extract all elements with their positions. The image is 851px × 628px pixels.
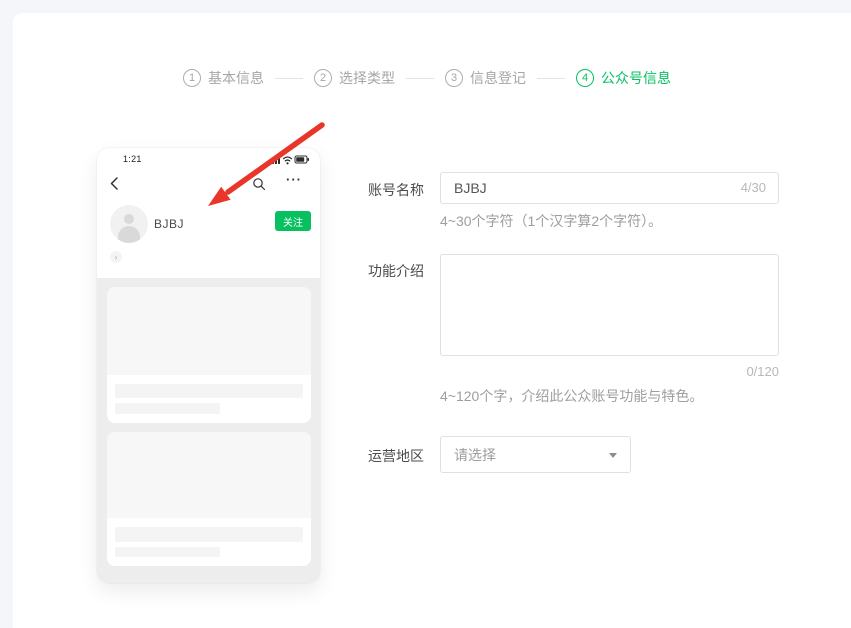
step-label: 基本信息 [208, 68, 264, 88]
intro-field-wrap [440, 254, 779, 356]
account-name-counter: 4/30 [741, 180, 766, 195]
registration-page: 1 基本信息 2 选择类型 3 信息登记 4 公众号信息 1:21 [0, 0, 851, 628]
intro-counter: 0/120 [440, 364, 779, 379]
preview-account-name: BJBJ [154, 217, 184, 231]
account-name-input[interactable] [440, 172, 779, 204]
step-choose-type: 2 选择类型 [314, 68, 395, 88]
media-placeholder [107, 287, 311, 375]
signal-icon [269, 156, 280, 165]
step-number-badge: 4 [576, 69, 594, 87]
step-label: 信息登记 [470, 68, 526, 88]
stepper-connector [537, 78, 565, 79]
article-card [107, 432, 311, 566]
status-icons [269, 154, 309, 165]
status-time: 1:21 [123, 154, 142, 164]
text-line-placeholder [115, 403, 220, 414]
step-number-badge: 1 [183, 69, 201, 87]
stepper-connector [406, 78, 434, 79]
avatar person-icon [110, 205, 148, 243]
step-label: 公众号信息 [601, 68, 671, 88]
follow-button[interactable]: 关注 [275, 211, 311, 231]
phone-preview: 1:21 ··· [97, 148, 320, 583]
stepper-connector [275, 78, 303, 79]
step-number-badge: 2 [314, 69, 332, 87]
text-line-placeholder [115, 547, 220, 557]
step-official-account-info: 4 公众号信息 [576, 68, 671, 88]
account-name-field-wrap: 4/30 [440, 172, 779, 204]
registration-stepper: 1 基本信息 2 选择类型 3 信息登记 4 公众号信息 [183, 68, 671, 88]
account-name-label: 账号名称 [368, 180, 424, 200]
account-name-helper: 4~30个字符（1个汉字算2个字符）。 [440, 211, 662, 231]
battery-icon [295, 156, 309, 163]
step-info-registration: 3 信息登记 [445, 68, 526, 88]
feed-background [97, 278, 320, 583]
chevron-down-icon [609, 453, 617, 458]
region-label: 运营地区 [368, 446, 424, 466]
region-select[interactable]: 请选择 [440, 436, 631, 473]
text-line-placeholder [115, 527, 303, 542]
intro-label: 功能介绍 [368, 261, 424, 281]
step-basic-info: 1 基本信息 [183, 68, 264, 88]
back-chevron-icon[interactable] [110, 177, 118, 190]
search-icon[interactable] [252, 177, 266, 191]
more-icon[interactable]: ··· [286, 172, 302, 187]
intro-helper: 4~120个字，介绍此公众账号功能与特色。 [440, 386, 703, 406]
wifi-icon [284, 157, 292, 161]
expand-chevron-icon[interactable]: › [110, 251, 122, 263]
step-label: 选择类型 [339, 68, 395, 88]
text-line-placeholder [115, 384, 303, 398]
media-placeholder [107, 432, 311, 518]
article-card [107, 287, 311, 423]
region-select-placeholder: 请选择 [454, 445, 496, 465]
step-number-badge: 3 [445, 69, 463, 87]
intro-textarea[interactable] [440, 254, 779, 356]
